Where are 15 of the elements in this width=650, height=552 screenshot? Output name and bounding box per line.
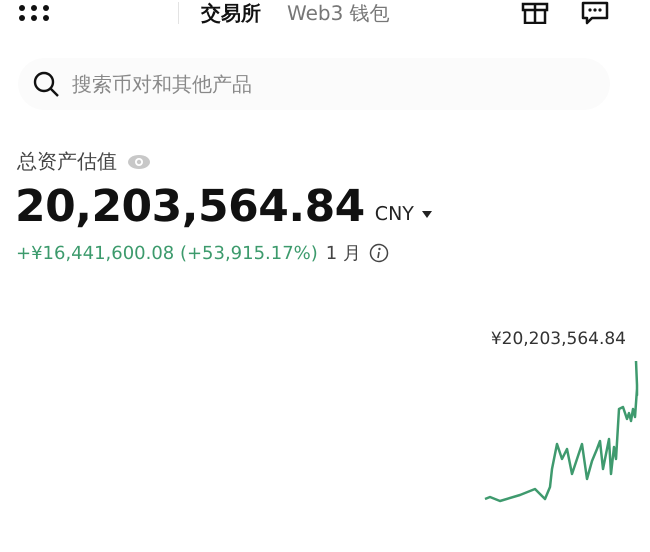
period-label: 1 月 <box>326 242 361 265</box>
chat-icon[interactable] <box>580 1 610 25</box>
gift-icon[interactable] <box>520 2 550 24</box>
currency-selector[interactable]: CNY <box>374 203 432 235</box>
total-assets-amount: 20,203,564.84 <box>15 180 365 234</box>
search-icon <box>32 70 60 98</box>
total-assets-label: 总资产估值 <box>17 148 117 175</box>
profit-change: +¥16,441,600.08 (+53,915.17%) <box>16 242 318 264</box>
tab[interactable]: Web3 钱包 <box>287 0 390 26</box>
caret-icon <box>422 210 432 218</box>
search-field[interactable]: 搜索币对和其他产品 <box>18 58 610 110</box>
apps-icon[interactable] <box>18 4 50 22</box>
info-icon[interactable] <box>368 243 389 263</box>
peak-value-label: ¥20,203,564.84 <box>490 329 626 349</box>
tab[interactable]: 交易所 <box>201 0 261 26</box>
